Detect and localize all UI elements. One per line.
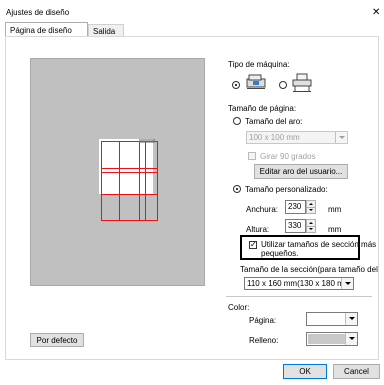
cancel-button-label: Cancel (344, 367, 369, 376)
separator (226, 296, 372, 297)
multi-needle-machine-icon (291, 72, 313, 92)
title-bar: Ajustes de diseño ✕ (0, 0, 384, 22)
section-size-value: 110 x 160 mm(130 x 180 m (247, 279, 344, 288)
custom-size-radio[interactable] (233, 185, 241, 193)
hoop-size-label: Tamaño del aro: (245, 117, 303, 126)
tab-output-label: Salida (93, 27, 116, 36)
width-spinner[interactable] (306, 200, 316, 214)
tab-page-design-label: Página de diseño (10, 26, 72, 35)
small-sections-checkbox[interactable]: ✓ (249, 241, 257, 249)
spin-down-icon[interactable] (309, 228, 313, 230)
chevron-down-icon (341, 278, 353, 289)
defaults-button[interactable]: Por defecto (30, 333, 84, 347)
section-size-select[interactable]: 110 x 160 mm(130 x 180 m (244, 277, 354, 290)
width-label: Anchura: (246, 205, 279, 214)
rotate-90-checkbox[interactable] (248, 152, 256, 160)
spin-up-icon[interactable] (309, 222, 313, 224)
height-label: Altura: (246, 225, 270, 234)
tab-page-design[interactable]: Página de diseño (5, 22, 88, 37)
chevron-down-icon (345, 333, 357, 345)
defaults-button-label: Por defecto (36, 335, 78, 345)
height-unit: mm (328, 225, 342, 234)
edit-user-hoop-label: Editar aro del usuario... (259, 167, 343, 176)
width-input[interactable]: 230 (285, 200, 306, 214)
hoop-size-select[interactable]: 100 x 100 mm (246, 131, 348, 144)
machine-type-label: Tipo de máquina: (228, 60, 290, 69)
spin-up-icon[interactable] (309, 203, 313, 205)
machine-radio-multi[interactable] (279, 81, 287, 89)
page-size-label: Tamaño de página: (228, 104, 297, 113)
ok-button[interactable]: OK (283, 364, 327, 379)
fill-color-select[interactable] (306, 332, 358, 346)
spin-divider (307, 207, 315, 208)
edit-user-hoop-button[interactable]: Editar aro del usuario... (254, 164, 348, 179)
page-area (99, 139, 153, 194)
fill-color-label: Relleno: (249, 336, 279, 345)
rotate-90-label: Girar 90 grados (260, 152, 316, 161)
cancel-button[interactable]: Cancel (333, 364, 380, 379)
chevron-down-icon (345, 313, 357, 325)
small-sections-group[interactable]: ✓ Utilizar tamaños de sección más pequeñ… (240, 235, 376, 260)
chevron-down-icon (335, 132, 347, 143)
single-needle-machine-icon (245, 73, 267, 91)
page-color-swatch (308, 314, 345, 324)
spin-divider (307, 226, 315, 227)
height-spinner[interactable] (306, 219, 316, 233)
section-grid (99, 139, 158, 221)
width-unit: mm (328, 205, 342, 214)
color-label: Color: (228, 303, 250, 312)
close-icon[interactable]: ✕ (372, 7, 380, 18)
design-preview (30, 58, 205, 286)
height-input[interactable]: 330 (285, 219, 306, 233)
machine-radio-single[interactable] (232, 81, 240, 89)
custom-size-label: Tamaño personalizado: (245, 185, 328, 194)
hoop-size-radio[interactable] (233, 117, 241, 125)
fill-color-swatch (308, 334, 345, 344)
hoop-size-value: 100 x 100 mm (249, 133, 300, 142)
page-color-label: Página: (249, 316, 277, 325)
shadow-strip (139, 139, 155, 143)
page-color-select[interactable] (306, 312, 358, 326)
window-title: Ajustes de diseño (6, 8, 70, 17)
spin-down-icon[interactable] (309, 209, 313, 211)
small-sections-label-line1: Utilizar tamaños de sección más (261, 240, 377, 249)
ok-button-label: OK (299, 367, 311, 376)
small-sections-label-line2: pequeños. (261, 249, 299, 258)
section-size-label: Tamaño de la sección(para tamaño del (240, 265, 378, 274)
